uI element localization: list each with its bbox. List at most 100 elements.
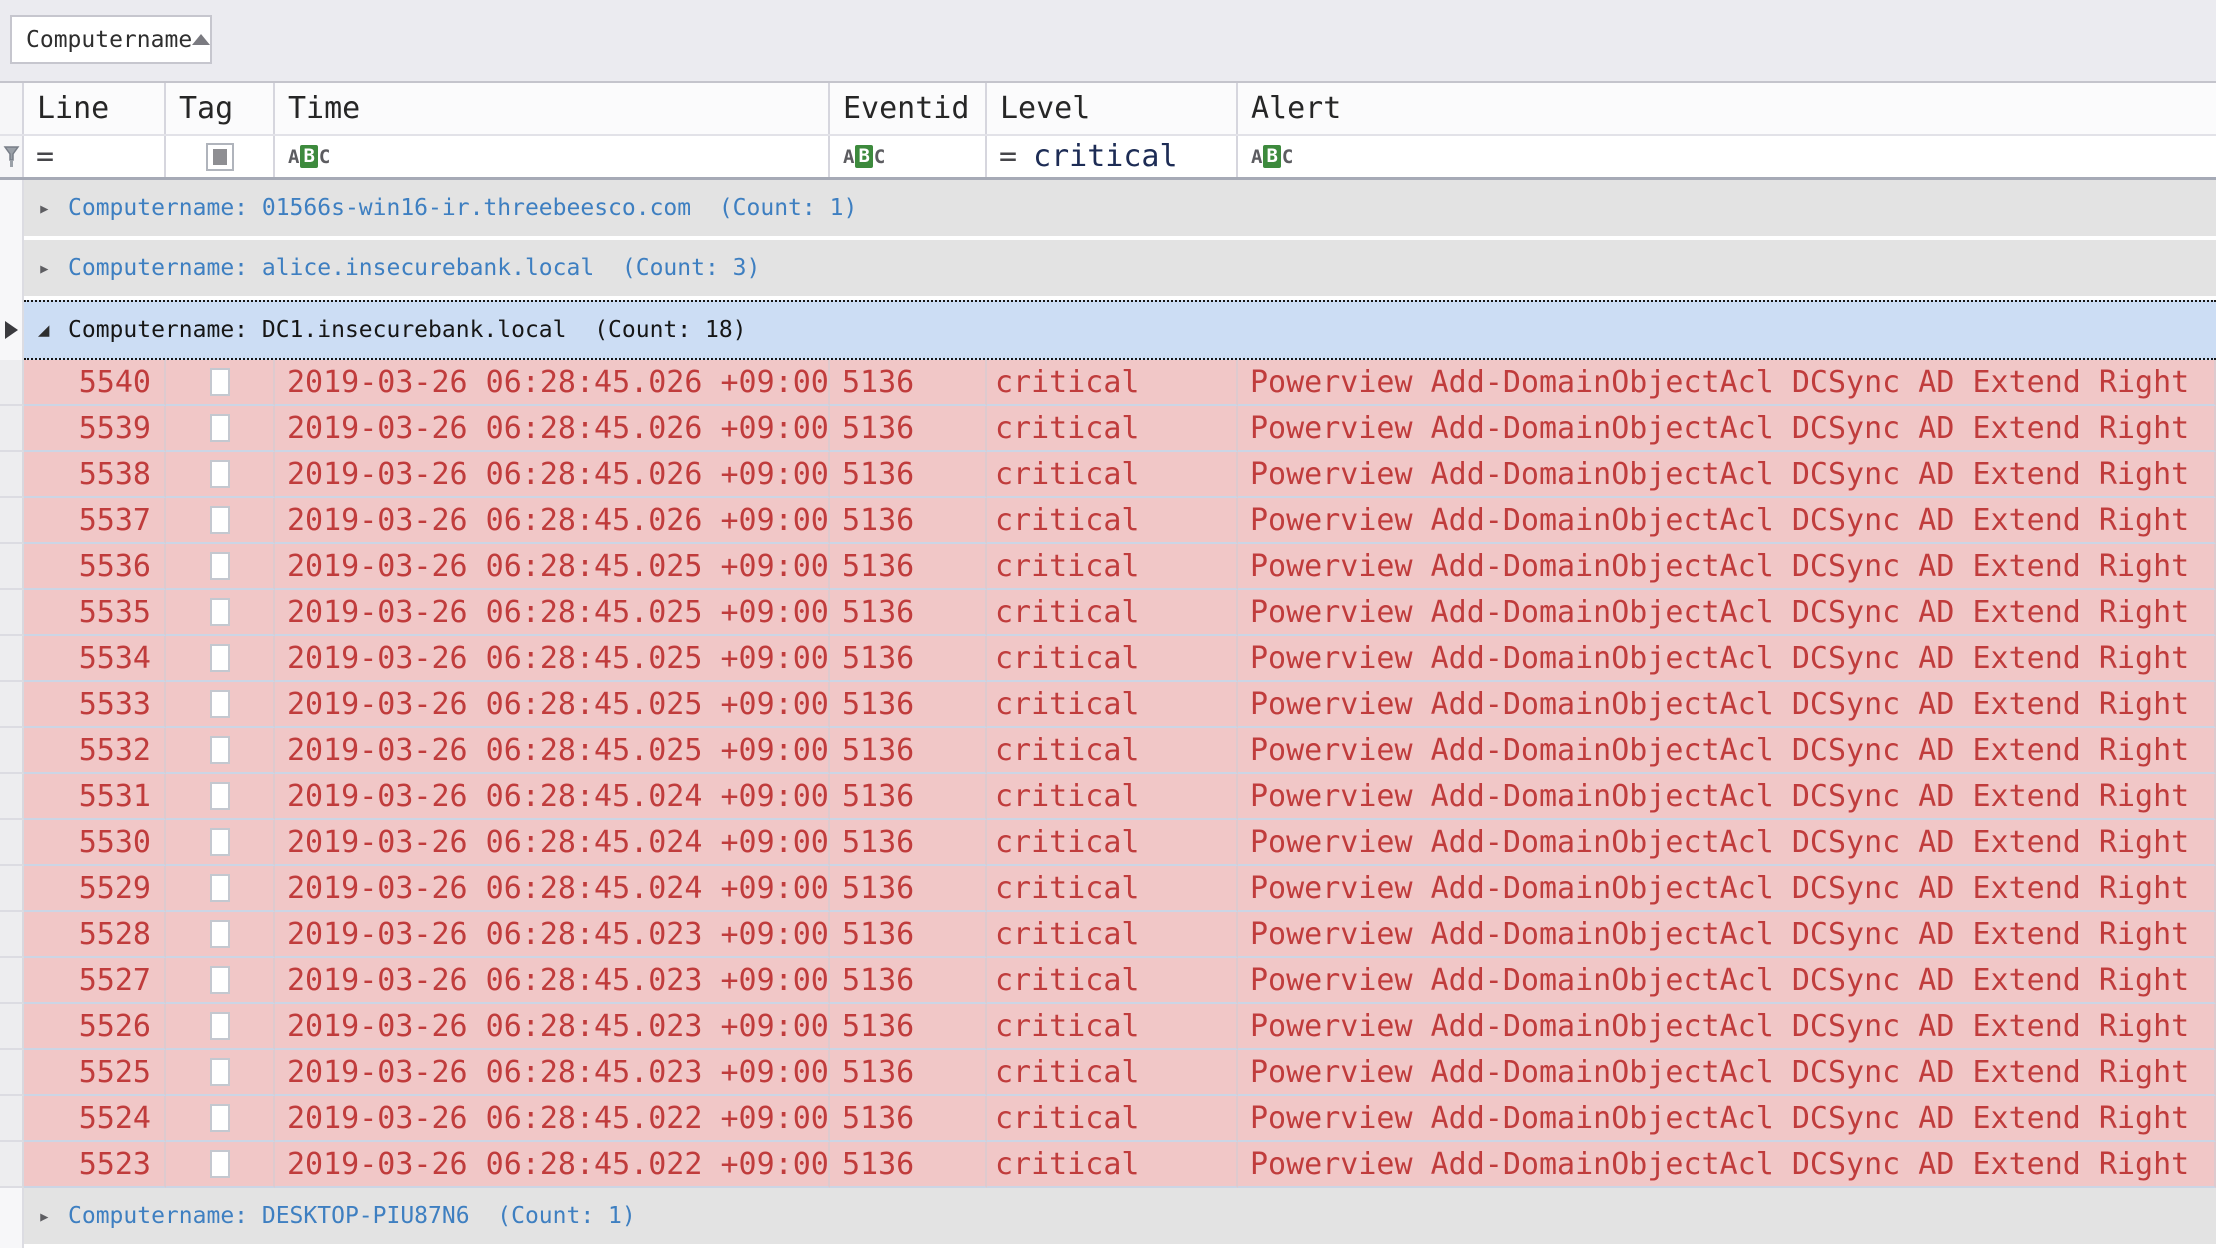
cell-line[interactable]: 5530 bbox=[24, 820, 166, 866]
group-row-content[interactable]: ◢Computername: DC1.insecurebank.local (C… bbox=[24, 300, 2216, 360]
data-row[interactable]: 55272019-03-26 06:28:45.023 +09:005136cr… bbox=[0, 958, 2216, 1004]
cell-alert[interactable]: Powerview Add-DomainObjectAcl DCSync AD … bbox=[1238, 406, 2216, 452]
cell-eventid[interactable]: 5136 bbox=[830, 774, 987, 820]
group-row[interactable]: ▸Computername: alice.insecurebank.local … bbox=[0, 240, 2216, 300]
tag-checkbox[interactable] bbox=[210, 736, 230, 764]
data-row[interactable]: 55252019-03-26 06:28:45.023 +09:005136cr… bbox=[0, 1050, 2216, 1096]
cell-tag[interactable] bbox=[166, 360, 275, 406]
cell-eventid[interactable]: 5136 bbox=[830, 498, 987, 544]
cell-line[interactable]: 5529 bbox=[24, 866, 166, 912]
data-row[interactable]: 55312019-03-26 06:28:45.024 +09:005136cr… bbox=[0, 774, 2216, 820]
cell-level[interactable]: critical bbox=[987, 820, 1238, 866]
cell-level[interactable]: critical bbox=[987, 360, 1238, 406]
cell-alert[interactable]: Powerview Add-DomainObjectAcl DCSync AD … bbox=[1238, 636, 2216, 682]
cell-tag[interactable] bbox=[166, 1004, 275, 1050]
cell-line[interactable]: 5535 bbox=[24, 590, 166, 636]
cell-eventid[interactable]: 5136 bbox=[830, 590, 987, 636]
cell-time[interactable]: 2019-03-26 06:28:45.025 +09:00 bbox=[275, 544, 830, 590]
cell-tag[interactable] bbox=[166, 636, 275, 682]
cell-eventid[interactable]: 5136 bbox=[830, 820, 987, 866]
tag-checkbox[interactable] bbox=[210, 414, 230, 442]
cell-level[interactable]: critical bbox=[987, 728, 1238, 774]
cell-level[interactable]: critical bbox=[987, 958, 1238, 1004]
data-row[interactable]: 55302019-03-26 06:28:45.024 +09:005136cr… bbox=[0, 820, 2216, 866]
cell-line[interactable]: 5531 bbox=[24, 774, 166, 820]
cell-tag[interactable] bbox=[166, 1050, 275, 1096]
data-row[interactable]: 55382019-03-26 06:28:45.026 +09:005136cr… bbox=[0, 452, 2216, 498]
cell-line[interactable]: 5523 bbox=[24, 1142, 166, 1188]
contains-filter-icon[interactable]: ABC bbox=[288, 145, 330, 168]
cell-time[interactable]: 2019-03-26 06:28:45.026 +09:00 bbox=[275, 360, 830, 406]
cell-eventid[interactable]: 5136 bbox=[830, 1004, 987, 1050]
tag-checkbox[interactable] bbox=[210, 598, 230, 626]
filter-cell-tag[interactable] bbox=[166, 136, 275, 177]
cell-line[interactable]: 5525 bbox=[24, 1050, 166, 1096]
tag-checkbox[interactable] bbox=[210, 966, 230, 994]
tag-checkbox[interactable] bbox=[210, 552, 230, 580]
data-row[interactable]: 5540 2019-03-26 06:28:45.026 +09:005136cr… bbox=[0, 360, 2216, 406]
data-row[interactable]: 55242019-03-26 06:28:45.022 +09:005136cr… bbox=[0, 1096, 2216, 1142]
data-row[interactable]: 55342019-03-26 06:28:45.025 +09:005136cr… bbox=[0, 636, 2216, 682]
cell-time[interactable]: 2019-03-26 06:28:45.025 +09:00 bbox=[275, 728, 830, 774]
cell-alert[interactable]: Powerview Add-DomainObjectAcl DCSync AD … bbox=[1238, 1096, 2216, 1142]
cell-eventid[interactable]: 5136 bbox=[830, 544, 987, 590]
cell-time[interactable]: 2019-03-26 06:28:45.023 +09:00 bbox=[275, 1004, 830, 1050]
cell-line[interactable]: 5536 bbox=[24, 544, 166, 590]
cell-alert[interactable]: Powerview Add-DomainObjectAcl DCSync AD … bbox=[1238, 820, 2216, 866]
cell-alert[interactable]: Powerview Add-DomainObjectAcl DCSync AD … bbox=[1238, 452, 2216, 498]
cell-tag[interactable] bbox=[166, 406, 275, 452]
cell-eventid[interactable]: 5136 bbox=[830, 452, 987, 498]
cell-time[interactable]: 2019-03-26 06:28:45.022 +09:00 bbox=[275, 1142, 830, 1188]
group-row-content[interactable]: ▸Computername: alice.insecurebank.local … bbox=[24, 240, 2216, 300]
cell-line[interactable]: 5532 bbox=[24, 728, 166, 774]
cell-alert[interactable]: Powerview Add-DomainObjectAcl DCSync AD … bbox=[1238, 866, 2216, 912]
cell-tag[interactable] bbox=[166, 498, 275, 544]
cell-tag[interactable] bbox=[166, 958, 275, 1004]
cell-tag[interactable] bbox=[166, 866, 275, 912]
cell-time[interactable]: 2019-03-26 06:28:45.023 +09:00 bbox=[275, 912, 830, 958]
cell-level[interactable]: critical bbox=[987, 636, 1238, 682]
expand-group-icon[interactable]: ▸ bbox=[38, 1204, 68, 1228]
cell-alert[interactable]: Powerview Add-DomainObjectAcl DCSync AD … bbox=[1238, 498, 2216, 544]
cell-level[interactable]: critical bbox=[987, 406, 1238, 452]
collapse-group-icon[interactable]: ◢ bbox=[38, 319, 68, 341]
tag-checkbox[interactable] bbox=[210, 368, 230, 396]
tag-checkbox[interactable] bbox=[210, 506, 230, 534]
cell-eventid[interactable]: 5136 bbox=[830, 360, 987, 406]
contains-filter-icon[interactable]: ABC bbox=[843, 145, 885, 168]
cell-eventid[interactable]: 5136 bbox=[830, 728, 987, 774]
cell-alert[interactable]: Powerview Add-DomainObjectAcl DCSync AD … bbox=[1238, 682, 2216, 728]
expand-group-icon[interactable]: ▸ bbox=[38, 256, 68, 280]
column-header-line[interactable]: Line bbox=[24, 83, 166, 134]
cell-level[interactable]: critical bbox=[987, 866, 1238, 912]
group-row-content[interactable]: ▸Computername: 01566s-win16-ir.threebees… bbox=[24, 180, 2216, 240]
cell-tag[interactable] bbox=[166, 544, 275, 590]
cell-level[interactable]: critical bbox=[987, 1004, 1238, 1050]
data-row[interactable]: 55392019-03-26 06:28:45.026 +09:005136cr… bbox=[0, 406, 2216, 452]
cell-line[interactable]: 5538 bbox=[24, 452, 166, 498]
data-row[interactable]: 55292019-03-26 06:28:45.024 +09:005136cr… bbox=[0, 866, 2216, 912]
cell-eventid[interactable]: 5136 bbox=[830, 1142, 987, 1188]
cell-alert[interactable]: Powerview Add-DomainObjectAcl DCSync AD … bbox=[1238, 912, 2216, 958]
data-row[interactable]: 5523 2019-03-26 06:28:45.022 +09:005136cr… bbox=[0, 1142, 2216, 1188]
cell-alert[interactable]: Powerview Add-DomainObjectAcl DCSync AD … bbox=[1238, 1142, 2216, 1188]
filter-cell-alert[interactable]: ABC bbox=[1238, 136, 2216, 177]
cell-alert[interactable]: Powerview Add-DomainObjectAcl DCSync AD … bbox=[1238, 774, 2216, 820]
tag-checkbox[interactable] bbox=[210, 460, 230, 488]
cell-alert[interactable]: Powerview Add-DomainObjectAcl DCSync AD … bbox=[1238, 544, 2216, 590]
data-row[interactable]: 55362019-03-26 06:28:45.025 +09:005136cr… bbox=[0, 544, 2216, 590]
cell-line[interactable]: 5540 bbox=[24, 360, 166, 406]
cell-time[interactable]: 2019-03-26 06:28:45.024 +09:00 bbox=[275, 774, 830, 820]
cell-level[interactable]: critical bbox=[987, 1142, 1238, 1188]
data-row[interactable]: 55372019-03-26 06:28:45.026 +09:005136cr… bbox=[0, 498, 2216, 544]
cell-eventid[interactable]: 5136 bbox=[830, 866, 987, 912]
column-header-alert[interactable]: Alert bbox=[1238, 83, 2216, 134]
data-row[interactable]: 55262019-03-26 06:28:45.023 +09:005136cr… bbox=[0, 1004, 2216, 1050]
cell-line[interactable]: 5528 bbox=[24, 912, 166, 958]
tag-checkbox[interactable] bbox=[210, 1058, 230, 1086]
cell-alert[interactable]: Powerview Add-DomainObjectAcl DCSync AD … bbox=[1238, 590, 2216, 636]
cell-eventid[interactable]: 5136 bbox=[830, 406, 987, 452]
tag-checkbox[interactable] bbox=[210, 782, 230, 810]
cell-eventid[interactable]: 5136 bbox=[830, 912, 987, 958]
group-row[interactable]: ◢Computername: DC1.insecurebank.local (C… bbox=[0, 300, 2216, 360]
